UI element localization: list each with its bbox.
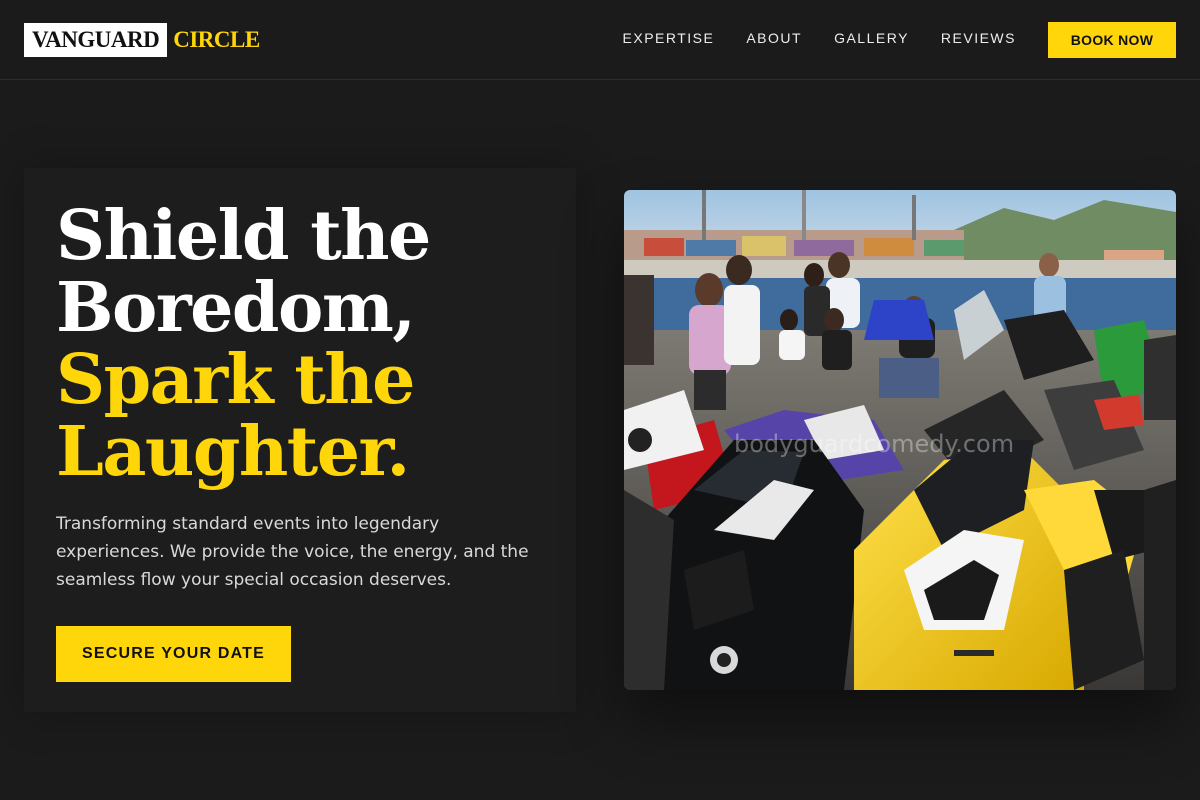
nav-reviews[interactable]: REVIEWS — [941, 30, 1016, 46]
headline-line-4: Laughter. — [56, 412, 410, 492]
nav-expertise[interactable]: EXPERTISE — [623, 30, 715, 46]
motorcycles-photo: bodyguardcomedy.com — [624, 190, 1176, 690]
hero-subtext: Transforming standard events into legend… — [56, 514, 529, 590]
hero-headline: Shield the Boredom, Spark the Laughter. — [56, 200, 556, 488]
headline-line-2: Boredom, — [56, 268, 416, 348]
logo-primary: VANGUARD — [24, 23, 168, 57]
logo-accent: CIRCLE — [173, 27, 260, 52]
secure-date-button[interactable]: SECURE YOUR DATE — [56, 626, 291, 682]
logo[interactable]: VANGUARD CIRCLE — [24, 23, 260, 57]
headline-line-3: Spark the — [56, 340, 415, 420]
nav-gallery[interactable]: GALLERY — [834, 30, 909, 46]
main-nav: EXPERTISE ABOUT GALLERY REVIEWS — [623, 30, 1016, 46]
photo-watermark: bodyguardcomedy.com — [734, 430, 1014, 458]
nav-about[interactable]: ABOUT — [746, 30, 802, 46]
site-header: VANGUARD CIRCLE EXPERTISE ABOUT GALLERY … — [0, 0, 1200, 80]
headline-line-1: Shield the — [56, 196, 431, 276]
hero-photo: bodyguardcomedy.com — [624, 190, 1176, 690]
book-now-button[interactable]: BOOK NOW — [1048, 22, 1176, 58]
